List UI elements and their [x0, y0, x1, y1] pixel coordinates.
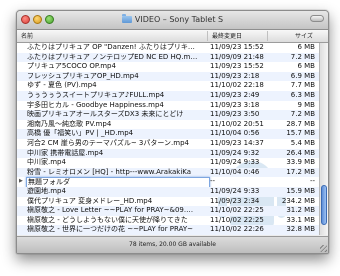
- window-title: VIDEO – Sony Tablet S: [134, 15, 224, 24]
- rename-field-value: 無題フォルダ: [28, 178, 70, 187]
- file-row[interactable]: 高橋 優「福笑い」PV | _HD.mp4 11/10/04 0:56 15.7 M…: [17, 129, 319, 139]
- file-row[interactable]: 槇原敬之 - Love Letter ~~PLAY for PRAY~&09.m…: [17, 206, 319, 216]
- resize-handle[interactable]: [320, 245, 327, 252]
- file-row[interactable]: 粉雪 - レミオロメン [HQ] - http---www.ArakakiKa 1…: [17, 167, 319, 178]
- file-row[interactable]: フレッシュプリキュアOP_HD.mp4 11/09/23 2:18 6.9 MB: [17, 71, 319, 82]
- file-row[interactable]: うぅうぅうスイートプリキュア♪FULL.mp4 11/09/23 2:49 6.3 …: [17, 90, 319, 101]
- column-header-name[interactable]: 名前: [21, 32, 33, 41]
- file-row[interactable]: 中川家 携帯電話屋.mp4 11/09/24 9:32 26.4 MB: [17, 148, 319, 159]
- file-size: 7.2 MB: [290, 52, 315, 61]
- file-size: 33.1 MB: [286, 215, 315, 224]
- file-size: --: [309, 177, 315, 186]
- file-name: 粉雪 - レミオロメン [HQ] - http---www.ArakakiKa: [27, 167, 192, 176]
- file-name: 中川家.mp4: [27, 158, 66, 167]
- file-size: 6.3 MB: [290, 90, 315, 99]
- file-row[interactable]: 映画プリキュアオールスターズDX3 未来にとどけ 11/09/23 3:50 7.2…: [17, 110, 319, 120]
- file-row[interactable]: ゆず - 夏色 (PV).mp4 11/10/02 22:18 7.7 MB: [17, 81, 319, 91]
- file-size: 6 MB: [297, 43, 315, 51]
- file-size: 26.4 MB: [286, 148, 315, 157]
- file-name: 高橋 優「福笑い」PV | _HD.mp4: [27, 129, 134, 138]
- window-title-group: VIDEO – Sony Tablet S: [17, 14, 328, 26]
- file-name: 槇原敬之 - どうしようもない僕に天使が降りてきた: [27, 215, 188, 224]
- file-name: ふたりはプリキュア ノンテロップED NC ED HQ.mp4: [27, 52, 199, 61]
- file-name: 僕代プリキュア 変身メドレー_HD.mp4: [27, 196, 153, 205]
- file-list: ふたりはプリキュア OP "Danzen! ふたりはプリキュア" 11/09/23…: [17, 43, 319, 235]
- file-row[interactable]: 湘南乃風〜純恋歌 PV.mp4 11/10/02 20:51 28.7 MB: [17, 120, 319, 130]
- file-size: 31.2 MB: [286, 206, 315, 215]
- column-header-size[interactable]: サイズ: [295, 32, 313, 41]
- file-name: 槇原敬之 - Love Letter ~~PLAY for PRAY~&09.m…: [27, 206, 199, 215]
- file-size: 6 MB: [297, 62, 315, 71]
- file-row[interactable]: 僕代プリキュア 変身メドレー_HD.mp4 11/09/23 2:34 234.2 …: [17, 197, 319, 207]
- file-size: 7.7 MB: [290, 81, 315, 90]
- file-name: 中川家 携帯電話屋.mp4: [27, 148, 104, 157]
- file-size: 7.2 MB: [290, 110, 315, 119]
- file-size: 234.2 MB: [281, 196, 315, 205]
- file-row[interactable]: 河合2 CM 崖ら男のテーマパズル~ 3パターン.mp4 11/09/23 14:…: [17, 139, 319, 149]
- file-row[interactable]: ふたりはプリキュア OP "Danzen! ふたりはプリキュア" 11/09/23…: [17, 43, 319, 53]
- file-size: 33.9 MB: [286, 158, 315, 167]
- file-size: 28.7 MB: [286, 119, 315, 128]
- folder-icon: [121, 14, 132, 23]
- file-row[interactable]: 中川家.mp4 11/09/24 9:33 33.9 MB: [17, 158, 319, 168]
- folder-row[interactable]: ▶ 無題フォルダ -- --: [17, 177, 319, 188]
- file-name: 河合2 CM 崖ら男のテーマパズル~ 3パターン.mp4: [27, 138, 189, 147]
- file-row[interactable]: 槇原敬之 - どうしようもない僕に天使が降りてきた 11/10/02 22:25 3…: [17, 216, 319, 226]
- file-row[interactable]: 槇原敬之 - 世界に一つだけの花 ~~PLAY for PRAY~ 11/10/0…: [17, 225, 319, 235]
- file-name: 宇多田ヒカル - Goodbye Happiness.mp4: [27, 100, 164, 109]
- scrollbar-thumb[interactable]: [321, 185, 327, 225]
- file-size: 5.4 MB: [290, 138, 315, 147]
- toolbar-toggle-button[interactable]: [310, 15, 324, 22]
- file-size: 9 MB: [297, 100, 315, 109]
- file-name: 遊園地.mp4: [27, 186, 66, 195]
- finder-window: VIDEO – Sony Tablet S 名前 最終変更日 サイズ ふたりはプ…: [16, 10, 329, 254]
- disclosure-triangle-icon[interactable]: ▶: [19, 177, 23, 187]
- file-size: 15.9 MB: [286, 186, 315, 195]
- file-row[interactable]: 宇多田ヒカル - Goodbye Happiness.mp4 11/09/23 3…: [17, 101, 319, 111]
- column-headers: 名前 最終変更日 サイズ: [17, 30, 328, 43]
- file-name: 湘南乃風〜純恋歌 PV.mp4: [27, 119, 112, 128]
- column-header-date[interactable]: 最終変更日: [212, 32, 242, 41]
- status-text: 78 items, 20.00 GB available: [129, 241, 216, 248]
- vertical-scrollbar[interactable]: [319, 43, 328, 235]
- file-name: ふたりはプリキュア OP "Danzen! ふたりはプリキュア": [27, 43, 199, 51]
- file-size: 6.9 MB: [290, 71, 315, 80]
- file-size: 15.7 MB: [286, 129, 315, 138]
- file-name: ゆず - 夏色 (PV).mp4: [27, 81, 97, 90]
- file-name: 槇原敬之 - 世界に一つだけの花 ~~PLAY for PRAY~: [27, 225, 193, 234]
- column-divider[interactable]: [267, 31, 268, 41]
- file-size: 32.8 MB: [286, 225, 315, 234]
- file-name: うぅうぅうスイートプリキュア♪FULL.mp4: [27, 90, 165, 99]
- file-row[interactable]: ふたりはプリキュア ノンテロップED NC ED HQ.mp4 11/09/09 …: [17, 52, 319, 63]
- file-size: 17.2 MB: [286, 167, 315, 176]
- status-bar: 78 items, 20.00 GB available: [17, 236, 328, 253]
- file-row[interactable]: プリキュア5COCO OP.mp4 11/09/23 15:52 6 MB: [17, 62, 319, 72]
- title-bar[interactable]: VIDEO – Sony Tablet S: [17, 11, 328, 30]
- column-divider[interactable]: [207, 31, 208, 41]
- file-name: プリキュア5COCO OP.mp4: [27, 62, 116, 71]
- file-row[interactable]: 遊園地.mp4 11/09/24 9:33 15.9 MB: [17, 186, 319, 197]
- file-name: 映画プリキュアオールスターズDX3 未来にとどけ: [27, 110, 184, 119]
- file-name: フレッシュプリキュアOP_HD.mp4: [27, 71, 139, 80]
